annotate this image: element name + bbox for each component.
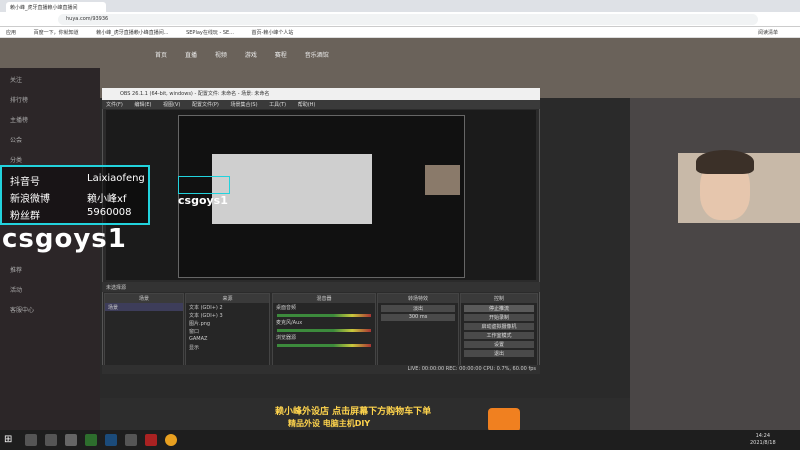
start-recording-button[interactable]: 开始录制 bbox=[464, 314, 534, 321]
taskbar-clock[interactable]: 14:24 2021/8/18 bbox=[750, 433, 776, 447]
sidebar-item[interactable]: 主播榜 bbox=[0, 108, 100, 128]
source-item[interactable]: 图片.png bbox=[186, 319, 269, 327]
virtual-camera-button[interactable]: 启动虚拟摄像机 bbox=[464, 323, 534, 330]
nav-video[interactable]: 视频 bbox=[215, 52, 227, 59]
bookmark-baidu[interactable]: 百度一下，你就知道 bbox=[34, 30, 79, 36]
dock-title: 控制 bbox=[461, 294, 537, 303]
menu-file[interactable]: 文件(F) bbox=[106, 102, 123, 108]
browser-tab[interactable]: 赖小峰_虎牙直播赖小峰直播间 bbox=[6, 2, 106, 12]
clock-date: 2021/8/18 bbox=[750, 440, 776, 446]
volume-meter[interactable] bbox=[277, 329, 371, 332]
promo-line-2: 精品外设 电脑主机DIY bbox=[288, 419, 371, 428]
taskbar bbox=[0, 430, 800, 450]
overlay-value: 赖小峰xf bbox=[87, 194, 127, 205]
sidebar-item[interactable]: 关注 bbox=[0, 68, 100, 88]
dock-title: 转场特效 bbox=[378, 294, 458, 303]
sidebar-item[interactable]: 公会 bbox=[0, 128, 100, 148]
nested-obs-window bbox=[212, 154, 372, 224]
sidebar-item[interactable]: 推荐 bbox=[0, 258, 100, 278]
menu-edit[interactable]: 编辑(E) bbox=[134, 102, 151, 108]
mixer-channel: 麦克风/Aux bbox=[276, 320, 303, 326]
bookmarks-bar: 应用 百度一下，你就知道 赖小峰_虎牙直播赖小峰直播间... SEPlay在线玩… bbox=[0, 27, 800, 38]
nav-games[interactable]: 游戏 bbox=[245, 52, 257, 59]
studio-mode-button[interactable]: 工作室模式 bbox=[464, 332, 534, 339]
bookmark-home[interactable]: 首页-赖小峰个人站 bbox=[252, 30, 294, 36]
nested-overlay bbox=[178, 176, 230, 194]
bookmark-apps[interactable]: 应用 bbox=[6, 30, 16, 36]
volume-meter[interactable] bbox=[277, 344, 371, 347]
mixer-channel: 桌面音频 bbox=[276, 305, 297, 311]
bookmark-huya[interactable]: 赖小峰_虎牙直播赖小峰直播间... bbox=[96, 30, 168, 36]
nav-home[interactable]: 首页 bbox=[155, 52, 167, 59]
menu-view[interactable]: 视图(V) bbox=[163, 102, 180, 108]
bookmark-seplay[interactable]: SEPlay在线玩 - SE... bbox=[186, 30, 234, 36]
site-nav: 首页 直播 视频 游戏 赛程 音乐酒馆 bbox=[155, 50, 345, 59]
search-icon[interactable] bbox=[25, 434, 37, 446]
duration-input[interactable]: 300 ms bbox=[381, 314, 455, 321]
sources-dock: 来源 文本 (GDI+) 2 文本 (GDI+) 3 图片.png 窗口 GAM… bbox=[185, 293, 270, 371]
nav-music[interactable]: 音乐酒馆 bbox=[305, 52, 329, 59]
windows-start-icon[interactable]: ⊞ bbox=[4, 434, 16, 446]
stop-streaming-button[interactable]: 停止推流 bbox=[464, 305, 534, 312]
dock-title: 场景 bbox=[105, 294, 183, 303]
chrome-icon[interactable] bbox=[165, 434, 177, 446]
promo-line-1: 赖小峰外设店 点击屏幕下方购物车下单 bbox=[275, 407, 432, 417]
mixer-dock: 混音器 桌面音频 麦克风/Aux 浏览器源 bbox=[272, 293, 376, 371]
menu-profile[interactable]: 配置文件(P) bbox=[192, 102, 219, 108]
nav-live[interactable]: 直播 bbox=[185, 52, 197, 59]
obs-taskbar-icon[interactable] bbox=[65, 434, 77, 446]
sidebar-item[interactable]: 客服中心 bbox=[0, 298, 100, 318]
overlay-label: 粉丝群 bbox=[10, 211, 40, 222]
settings-button[interactable]: 设置 bbox=[464, 341, 534, 348]
scenes-dock: 场景 场景 bbox=[104, 293, 184, 371]
source-item[interactable]: 显示 bbox=[186, 343, 269, 351]
source-label: 未选择源 bbox=[102, 282, 540, 292]
sidebar-item[interactable]: 排行榜 bbox=[0, 88, 100, 108]
obs-status-bar: LIVE: 00:00:00 REC: 00:00:00 CPU: 0.7%, … bbox=[102, 365, 540, 374]
exit-button[interactable]: 退出 bbox=[464, 350, 534, 357]
transitions-dock: 转场特效 淡出 300 ms bbox=[377, 293, 459, 371]
menu-tools[interactable]: 工具(T) bbox=[269, 102, 286, 108]
nested-channel-name: csgoys1 bbox=[178, 194, 228, 207]
scene-item[interactable]: 场景 bbox=[105, 303, 183, 311]
bookmark-reading-list[interactable]: 阅读清单 bbox=[758, 29, 778, 36]
url-input[interactable]: huya.com/93936 bbox=[58, 14, 758, 25]
transition-select[interactable]: 淡出 bbox=[381, 305, 455, 312]
app-icon[interactable] bbox=[145, 434, 157, 446]
browser-tab-bar bbox=[0, 0, 800, 12]
app-icon[interactable] bbox=[125, 434, 137, 446]
chat-panel bbox=[630, 98, 800, 430]
menu-help[interactable]: 帮助(H) bbox=[298, 102, 316, 108]
steam-icon[interactable] bbox=[105, 434, 117, 446]
menu-scene-collection[interactable]: 场景集合(S) bbox=[230, 102, 257, 108]
volume-meter[interactable] bbox=[277, 314, 371, 317]
source-item[interactable]: GAMAZ bbox=[186, 335, 269, 343]
app-icon[interactable] bbox=[85, 434, 97, 446]
overlay-value: 5960008 bbox=[87, 207, 132, 218]
clock-time: 14:24 bbox=[755, 433, 771, 439]
obs-menu-bar: 文件(F) 编辑(E) 视图(V) 配置文件(P) 场景集合(S) 工具(T) … bbox=[102, 100, 540, 109]
streamer-hair bbox=[696, 150, 754, 174]
sidebar-item[interactable]: 活动 bbox=[0, 278, 100, 298]
social-overlay: 抖音号 Laixiaofeng 新浪微博 赖小峰xf 粉丝群 5960008 bbox=[0, 165, 150, 225]
dock-title: 混音器 bbox=[273, 294, 375, 303]
shop-cart-icon[interactable] bbox=[488, 408, 520, 432]
overlay-label: 新浪微博 bbox=[10, 194, 50, 205]
nav-schedule[interactable]: 赛程 bbox=[275, 52, 287, 59]
nested-webcam bbox=[425, 165, 460, 195]
source-item[interactable]: 窗口 bbox=[186, 327, 269, 335]
channel-name: csgoys1 bbox=[2, 224, 127, 254]
source-item[interactable]: 文本 (GDI+) 3 bbox=[186, 311, 269, 319]
controls-dock: 控制 停止推流 开始录制 启动虚拟摄像机 工作室模式 设置 退出 bbox=[460, 293, 538, 371]
task-view-icon[interactable] bbox=[45, 434, 57, 446]
dock-title: 来源 bbox=[186, 294, 269, 303]
overlay-value: Laixiaofeng bbox=[87, 173, 145, 184]
overlay-label: 抖音号 bbox=[10, 177, 40, 188]
mixer-channel: 浏览器源 bbox=[276, 335, 297, 341]
obs-title-bar: OBS 26.1.1 (64-bit, windows) - 配置文件: 未命名… bbox=[102, 88, 540, 100]
source-item[interactable]: 文本 (GDI+) 2 bbox=[186, 303, 269, 311]
